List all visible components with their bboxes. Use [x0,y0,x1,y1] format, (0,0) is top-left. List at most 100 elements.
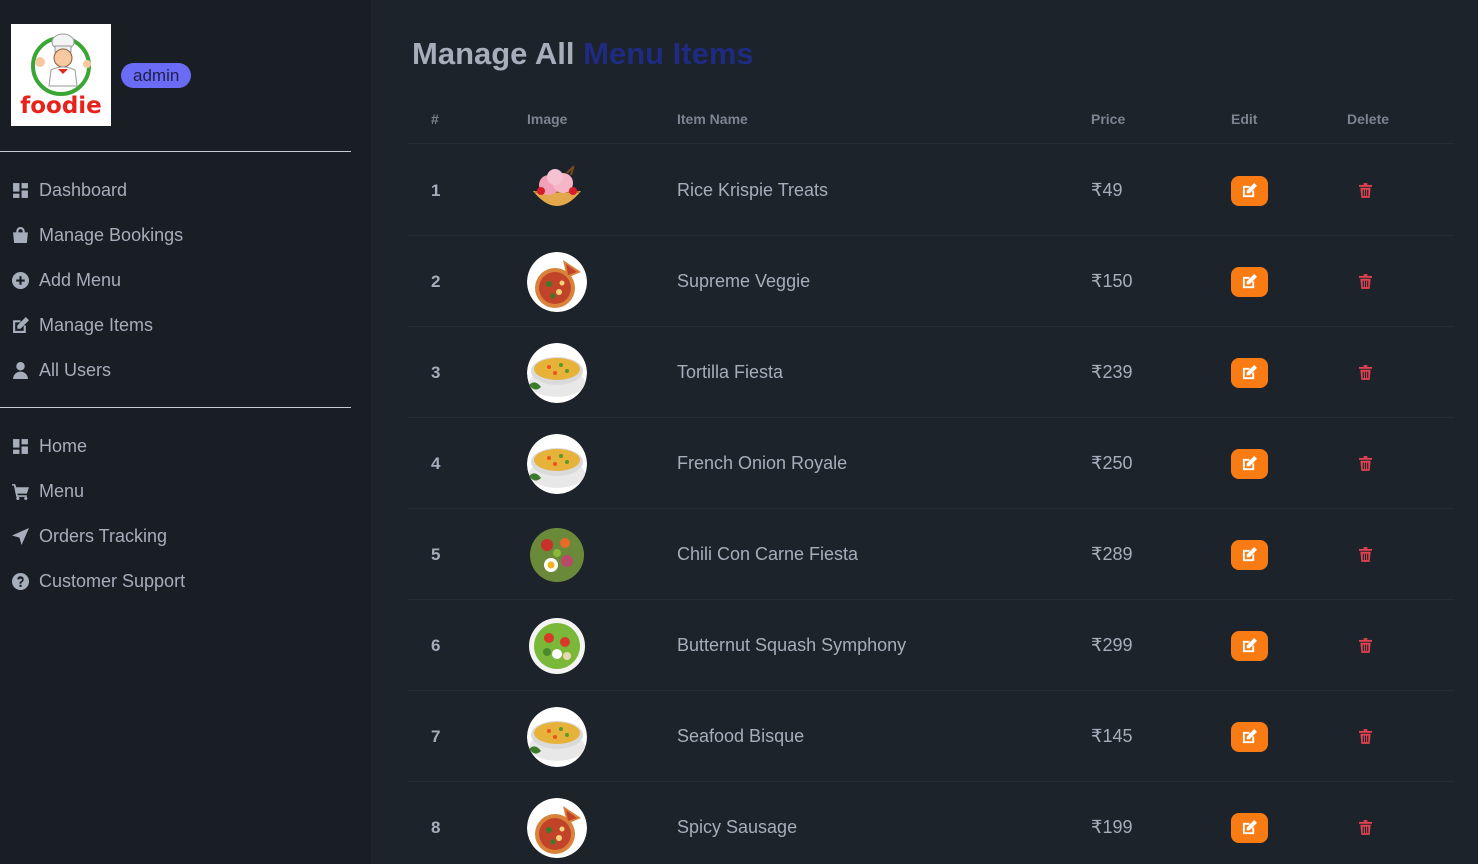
sidebar-item-label: Manage Items [39,314,154,335]
delete-button[interactable] [1358,638,1372,654]
foodie-logo[interactable]: foodie [11,24,111,126]
sidebar-item-menu[interactable]: Menu [11,476,84,506]
food-image [527,433,587,494]
edit-icon [1242,820,1257,835]
row-image-cell [527,418,587,509]
edit-button[interactable] [1231,175,1268,206]
sidebar: foodie admin Dashboard Manage Bookings A… [0,0,371,864]
table-row: 1 Rice Krispie Treats ₹49 [408,145,1454,236]
food-image [527,251,587,312]
delete-button[interactable] [1358,729,1372,745]
dashboard-icon [11,181,29,199]
edit-icon [11,316,29,334]
sidebar-item-dashboard[interactable]: Dashboard [11,175,127,205]
sidebar-item-manage-items[interactable]: Manage Items [11,310,153,340]
edit-icon [1242,365,1257,380]
delete-button[interactable] [1358,456,1372,472]
row-price: ₹49 [1091,180,1123,200]
row-price: ₹250 [1091,453,1133,473]
edit-icon [1242,547,1257,562]
sidebar-item-label: Orders Tracking [39,525,168,546]
edit-button[interactable] [1231,630,1268,661]
row-price: ₹145 [1091,726,1133,746]
table-row: 4 French Onion Royale ₹250 [408,418,1454,509]
row-item-name: Tortilla Fiesta [677,362,784,382]
trash-icon [1358,456,1372,471]
food-image [527,797,587,858]
row-delete-cell [1358,691,1372,782]
delete-button[interactable] [1358,820,1372,836]
row-edit-cell [1231,418,1268,509]
row-delete-cell [1358,327,1372,418]
sidebar-divider [0,407,351,408]
row-delete-cell [1358,236,1372,327]
row-index: 7 [431,726,441,746]
table-row: 8 Spicy Sausage ₹199 [408,782,1454,864]
trash-icon [1358,274,1372,289]
sidebar-item-home[interactable]: Home [11,431,87,461]
page-title: Manage All Menu Items [412,36,754,72]
shopping-bag-icon [11,226,29,244]
row-index: 2 [431,271,441,291]
delete-button[interactable] [1358,365,1372,381]
table-row: 5 Chili Con Carne Fiesta ₹289 [408,509,1454,600]
role-badge: admin [121,63,192,88]
page-title-accent: Menu Items [583,36,754,71]
row-index: 4 [431,453,441,473]
row-item-name: French Onion Royale [677,453,848,473]
sidebar-item-label: Home [39,435,88,456]
edit-button[interactable] [1231,357,1268,388]
sidebar-divider [0,151,351,152]
plus-circle-icon [11,271,29,289]
cart-icon [11,482,29,500]
edit-button[interactable] [1231,539,1268,570]
sidebar-item-orders-tracking[interactable]: Orders Tracking [11,521,167,551]
row-delete-cell [1358,418,1372,509]
trash-icon [1358,820,1372,835]
food-image [527,615,587,676]
row-index: 5 [431,544,441,564]
table-row: 3 Tortilla Fiesta ₹239 [408,327,1454,418]
delete-button[interactable] [1358,183,1372,199]
row-item-name: Chili Con Carne Fiesta [677,544,859,564]
row-price: ₹239 [1091,362,1133,382]
row-index: 3 [431,362,441,382]
edit-icon [1242,638,1257,653]
row-delete-cell [1358,782,1372,864]
row-price: ₹299 [1091,635,1133,655]
header-image: Image [527,111,568,127]
food-image [527,524,587,585]
food-image [527,342,587,403]
row-price: ₹150 [1091,271,1133,291]
table-header: # Image Item Name Price Edit Delete [408,100,1454,144]
delete-button[interactable] [1358,547,1372,563]
food-image [527,706,587,767]
trash-icon [1358,638,1372,653]
trash-icon [1358,729,1372,744]
sidebar-item-label: Dashboard [39,179,128,200]
edit-button[interactable] [1231,448,1268,479]
table-row: 7 Seafood Bisque ₹145 [408,691,1454,782]
row-edit-cell [1231,782,1268,864]
sidebar-item-customer-support[interactable]: Customer Support [11,566,185,596]
sidebar-item-label: Customer Support [39,570,186,591]
dashboard-icon [11,437,29,455]
delete-button[interactable] [1358,274,1372,290]
row-image-cell [527,691,587,782]
sidebar-item-add-menu[interactable]: Add Menu [11,265,121,295]
header-price: Price [1091,111,1126,127]
row-price: ₹199 [1091,817,1133,837]
sidebar-item-all-users[interactable]: All Users [11,355,111,385]
edit-button[interactable] [1231,812,1268,843]
logo-text: foodie [20,93,102,119]
edit-button[interactable] [1231,721,1268,752]
edit-icon [1242,183,1257,198]
sidebar-item-label: Manage Bookings [39,224,184,245]
row-item-name: Spicy Sausage [677,817,798,837]
edit-button[interactable] [1231,266,1268,297]
sidebar-item-label: All Users [39,359,112,380]
trash-icon [1358,365,1372,380]
row-index: 1 [431,180,441,200]
sidebar-item-manage-bookings[interactable]: Manage Bookings [11,220,183,250]
sidebar-item-label: Menu [39,480,85,501]
